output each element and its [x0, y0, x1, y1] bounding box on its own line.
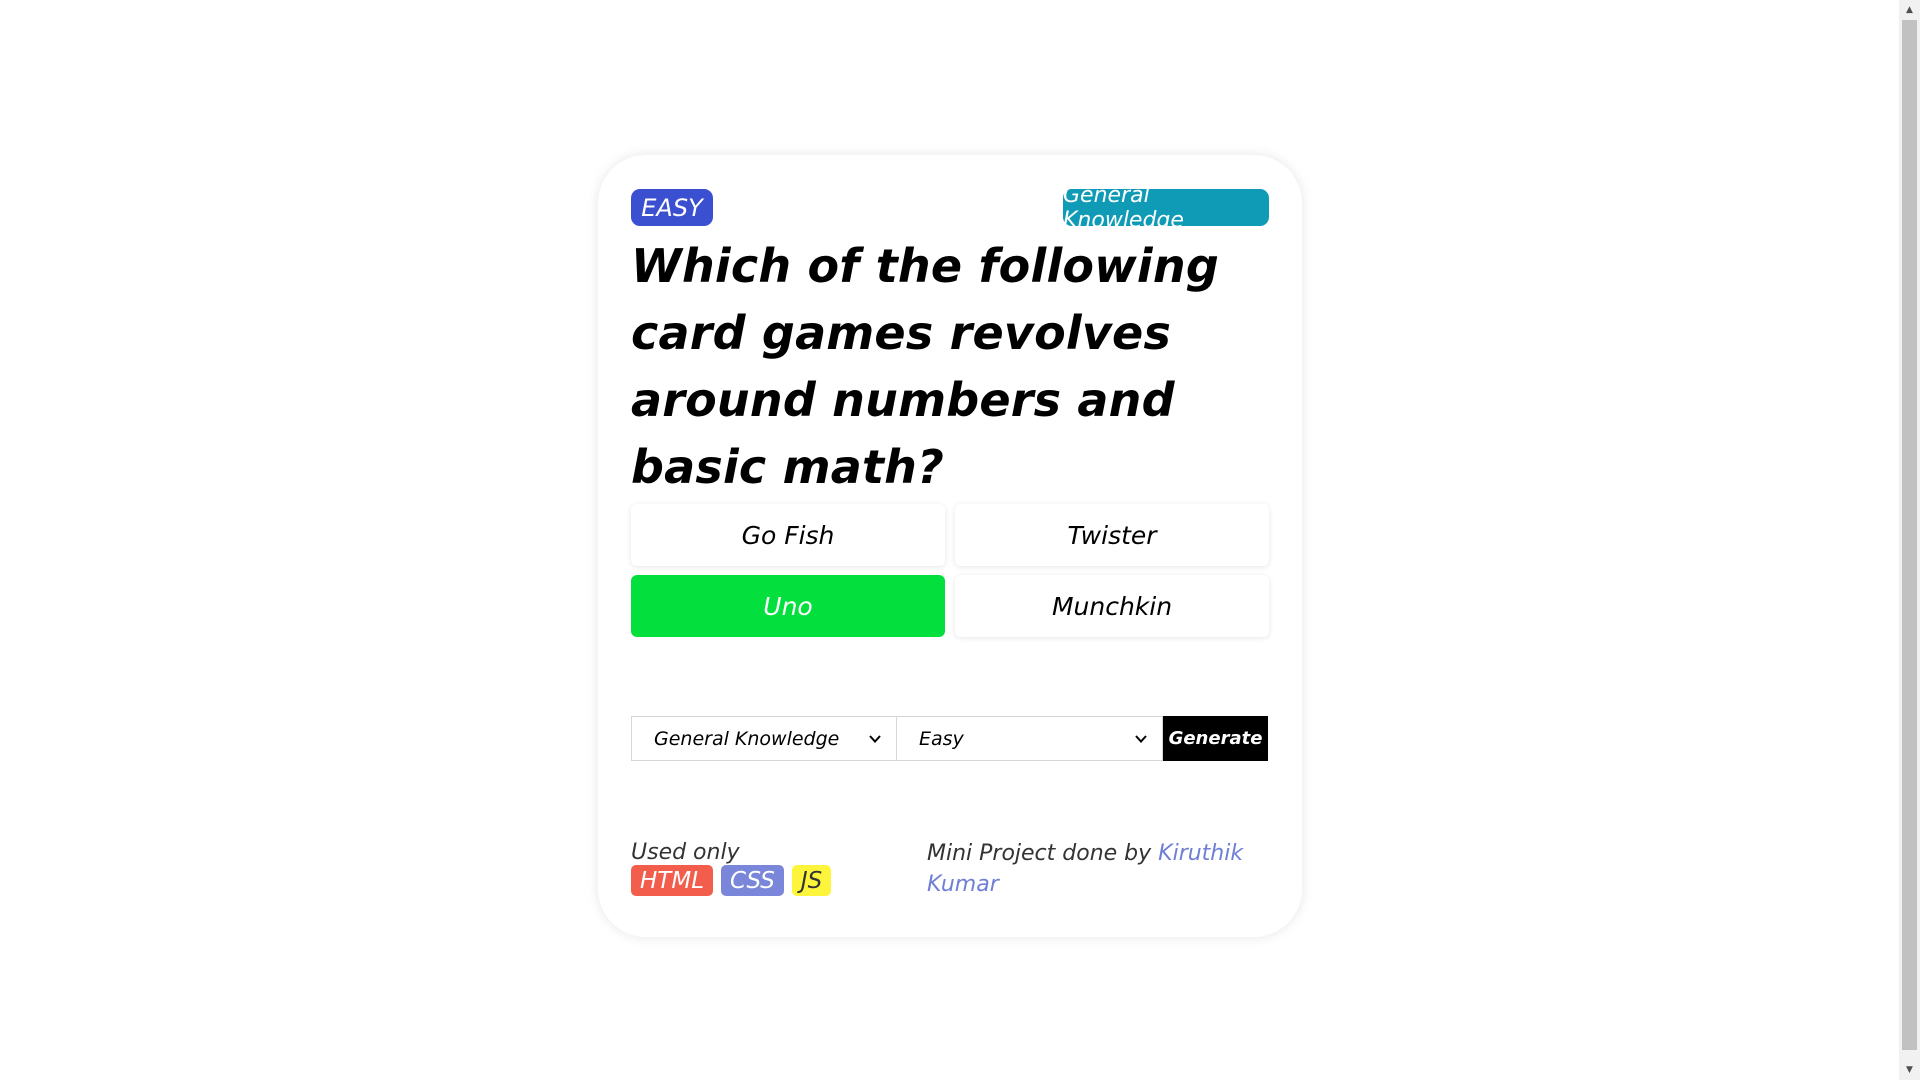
vertical-scrollbar[interactable]: ▲ ▼: [1899, 0, 1920, 1080]
css-tag: CSS: [721, 865, 784, 896]
tech-stack: Used only HTML CSS JS: [631, 838, 891, 896]
scroll-up-arrow-icon[interactable]: ▲: [1899, 0, 1920, 20]
answer-option[interactable]: Twister: [955, 504, 1269, 566]
difficulty-select-value: Easy: [919, 727, 964, 750]
credit-text: Mini Project done by: [927, 841, 1159, 866]
category-badge: General Knowledge: [1063, 183, 1269, 233]
difficulty-select[interactable]: Easy: [897, 716, 1163, 761]
credit: Mini Project done by Kiruthik Kumar: [927, 838, 1247, 900]
chevron-down-icon: [1135, 735, 1147, 743]
answer-grid: Go Fish Twister Uno Munchkin: [631, 504, 1269, 637]
scroll-down-arrow-icon[interactable]: ▼: [1899, 1060, 1920, 1080]
category-select-value: General Knowledge: [654, 727, 840, 750]
answer-option[interactable]: Munchkin: [955, 575, 1269, 637]
html-tag: HTML: [631, 865, 714, 896]
quiz-card: EASY General Knowledge Which of the foll…: [598, 155, 1302, 937]
answer-option-correct[interactable]: Uno: [631, 575, 945, 637]
tech-tags: HTML CSS JS: [631, 865, 891, 896]
category-select[interactable]: General Knowledge: [631, 716, 897, 761]
answer-option[interactable]: Go Fish: [631, 504, 945, 566]
scroll-thumb[interactable]: [1902, 20, 1917, 1050]
question-text: Which of the following card games revolv…: [631, 239, 1219, 494]
quiz-controls: General Knowledge Easy Generate: [631, 716, 1268, 761]
difficulty-badge: EASY: [631, 189, 713, 226]
js-tag: JS: [791, 865, 832, 896]
used-only-label: Used only: [631, 840, 740, 865]
page-viewport: EASY General Knowledge Which of the foll…: [0, 0, 1899, 1080]
chevron-down-icon: [869, 735, 881, 743]
generate-button[interactable]: Generate: [1163, 716, 1268, 761]
